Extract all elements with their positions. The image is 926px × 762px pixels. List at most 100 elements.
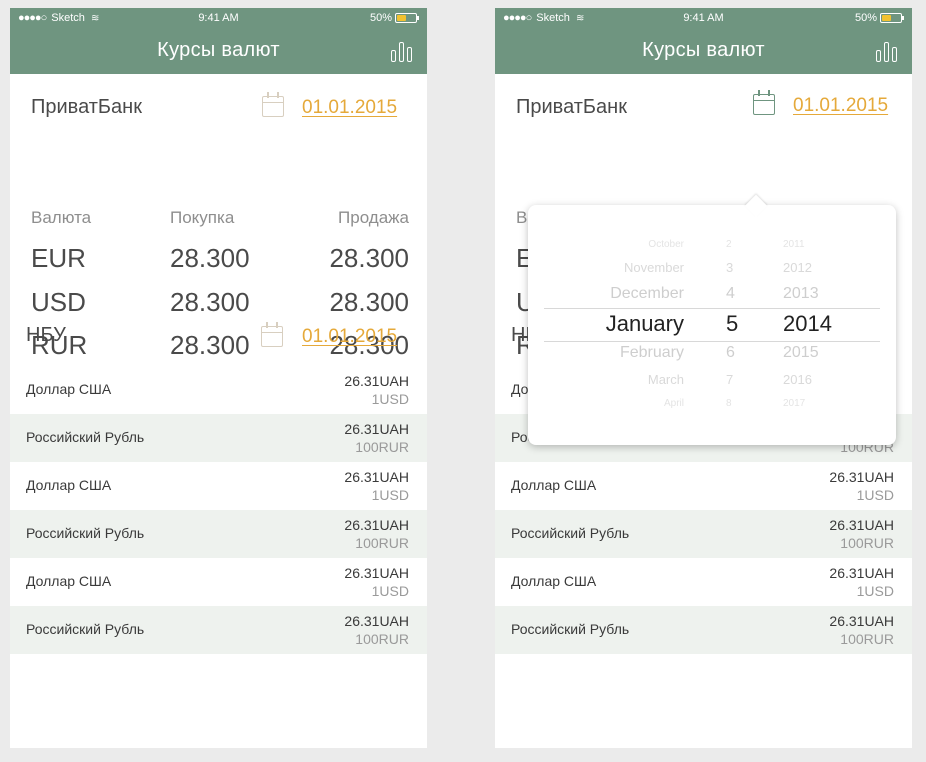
picker-month[interactable]: October: [648, 239, 684, 250]
picker-selection-line: [544, 341, 880, 342]
rate-unit: 100RUR: [355, 535, 409, 551]
list-item[interactable]: Российский Рубль 26.31UAH 100RUR: [10, 510, 427, 558]
page-title: Курсы валют: [642, 39, 765, 61]
calendar-icon[interactable]: [753, 90, 775, 115]
list-item[interactable]: Российский Рубль 26.31UAH 100RUR: [495, 510, 912, 558]
column-header-buy: Покупка: [170, 208, 235, 227]
picker-year[interactable]: 2016: [783, 372, 812, 387]
list-item[interactable]: Доллар США 26.31UAH 1USD: [495, 462, 912, 510]
picker-day[interactable]: 6: [726, 344, 735, 362]
picker-day[interactable]: 2: [726, 239, 732, 250]
rate-value: 26.31UAH: [344, 517, 409, 533]
rate-unit: 1USD: [856, 583, 894, 599]
currency-name: Доллар США: [26, 573, 112, 589]
picker-month[interactable]: April: [664, 398, 684, 409]
currency-name: Доллар США: [26, 381, 112, 397]
currency-name: Доллар США: [511, 573, 597, 589]
picker-year[interactable]: 2013: [783, 285, 819, 303]
privat-date-link[interactable]: 01.01.2015: [793, 95, 888, 117]
battery-percent: 50%: [369, 12, 392, 24]
nbu-title: НБУ: [26, 324, 66, 346]
rate-value: 26.31UAH: [344, 613, 409, 629]
rate-value: 26.31UAH: [829, 565, 894, 581]
picker-month[interactable]: January: [606, 311, 684, 337]
picker-year[interactable]: 2014: [783, 311, 832, 337]
battery-status: 50%: [854, 12, 904, 24]
list-item[interactable]: Российский Рубль 26.31UAH 100RUR: [495, 606, 912, 654]
app-header: ●●●●○ Sketch ≋ 9:41 AM 50% Курсы валют: [495, 8, 912, 74]
calendar-icon[interactable]: [261, 322, 283, 347]
calendar-icon[interactable]: [262, 92, 284, 117]
nbu-date-link[interactable]: 01.01.2015: [302, 326, 397, 348]
list-item[interactable]: Российский Рубль 26.31UAH 100RUR: [10, 414, 427, 462]
battery-icon: [395, 13, 419, 23]
phone-screen-default: ●●●●○ Sketch ≋ 9:41 AM 50% Курсы валют П…: [10, 8, 427, 748]
status-time: 9:41 AM: [683, 12, 724, 24]
currency-name: Доллар США: [26, 477, 112, 493]
bank-title: ПриватБанк: [516, 96, 627, 118]
list-item[interactable]: Доллар США 26.31UAH 1USD: [10, 558, 427, 606]
currency-name: Российский Рубль: [26, 429, 145, 445]
rate-value: 26.31UAH: [829, 613, 894, 629]
rate-unit: 1USD: [856, 487, 894, 503]
status-time: 9:41 AM: [198, 12, 239, 24]
status-bar: ●●●●○ Sketch ≋ 9:41 AM 50%: [495, 8, 912, 30]
picker-selection-line: [544, 308, 880, 309]
currency-name: Российский Рубль: [511, 621, 630, 637]
rate-row: EUR 28.300 28.300: [10, 243, 427, 283]
picker-month[interactable]: March: [648, 372, 684, 387]
sell-rate: 28.300: [329, 243, 409, 273]
picker-month[interactable]: November: [624, 260, 684, 275]
rate-value: 26.31UAH: [344, 469, 409, 485]
list-item[interactable]: Российский Рубль 26.31UAH 100RUR: [10, 606, 427, 654]
column-header-currency: Валюта: [31, 208, 92, 227]
picker-month[interactable]: February: [620, 344, 684, 362]
picker-day[interactable]: 7: [726, 372, 733, 387]
nbu-rate-list: Доллар США 26.31UAH 1USD Российский Рубль…: [10, 366, 427, 654]
list-item[interactable]: Доллар США 26.31UAH 1USD: [495, 558, 912, 606]
rate-value: 26.31UAH: [344, 373, 409, 389]
bar-chart-icon[interactable]: [876, 40, 898, 62]
phone-screen-date-picker: ●●●●○ Sketch ≋ 9:41 AM 50% Курсы валют П…: [495, 8, 912, 748]
privatbank-section: ПриватБанк 01.01.2015 Валюта Покупка Про…: [10, 74, 427, 360]
privat-date-link[interactable]: 01.01.2015: [302, 97, 397, 119]
picker-day[interactable]: 3: [726, 260, 733, 275]
page-title: Курсы валют: [157, 39, 280, 61]
rate-value: 26.31UAH: [344, 421, 409, 437]
picker-month[interactable]: December: [610, 285, 684, 303]
status-bar: ●●●●○ Sketch ≋ 9:41 AM 50%: [10, 8, 427, 30]
currency-name: Российский Рубль: [26, 621, 145, 637]
bar-chart-icon[interactable]: [391, 40, 413, 62]
currency-name: Доллар США: [511, 477, 597, 493]
title-bar: Курсы валют: [10, 30, 427, 74]
rate-unit: 100RUR: [840, 631, 894, 647]
rate-value: 26.31UAH: [344, 565, 409, 581]
app-header: ●●●●○ Sketch ≋ 9:41 AM 50% Курсы валют: [10, 8, 427, 74]
rate-unit: 1USD: [371, 391, 409, 407]
currency-name: Российский Рубль: [511, 525, 630, 541]
title-bar: Курсы валют: [495, 30, 912, 74]
rate-value: 26.31UAH: [829, 469, 894, 485]
picker-year[interactable]: 2012: [783, 260, 812, 275]
picker-year[interactable]: 2015: [783, 344, 819, 362]
date-picker-popover[interactable]: October 2 2011 November 3 2012 December 4 2013 Ja…: [528, 205, 896, 445]
rate-unit: 100RUR: [355, 439, 409, 455]
picker-day[interactable]: 4: [726, 285, 735, 303]
currency-name: Российский Рубль: [26, 525, 145, 541]
list-item[interactable]: Доллар США 26.31UAH 1USD: [10, 462, 427, 510]
rate-unit: 100RUR: [840, 535, 894, 551]
picker-year[interactable]: 2017: [783, 398, 805, 409]
battery-percent: 50%: [854, 12, 877, 24]
picker-day[interactable]: 5: [726, 311, 738, 337]
picker-year[interactable]: 2011: [783, 239, 805, 250]
rate-value: 26.31UAH: [829, 517, 894, 533]
bank-title: ПриватБанк: [31, 96, 142, 118]
battery-icon: [880, 13, 904, 23]
picker-day[interactable]: 8: [726, 398, 732, 409]
buy-rate: 28.300: [170, 243, 250, 273]
nbu-section-header: НБУ 01.01.2015: [10, 308, 427, 366]
column-header-sell: Продажа: [338, 208, 409, 227]
privatbank-section: ПриватБанк 01.01.2015 Валюта EUR USD RUR…: [495, 74, 912, 445]
list-item[interactable]: Доллар США 26.31UAH 1USD: [10, 366, 427, 414]
rate-unit: 100RUR: [355, 631, 409, 647]
